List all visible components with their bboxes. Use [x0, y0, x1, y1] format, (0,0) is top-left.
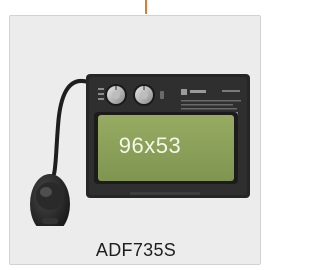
- product-tile-stage: 96x53 ADF735S: [0, 0, 268, 270]
- lens-size-label: 96x53: [118, 133, 182, 158]
- welding-filter-image: [30, 74, 250, 226]
- remote-control-icon: [30, 174, 70, 226]
- product-model-caption: ADF735S: [95, 240, 177, 260]
- product-card[interactable]: 96x53 ADF735S: [9, 15, 261, 265]
- sensitivity-knob-icon: [105, 84, 127, 106]
- delay-knob-icon: [133, 84, 155, 106]
- remote-cable: [52, 78, 90, 176]
- accent-connector-line: [145, 0, 147, 14]
